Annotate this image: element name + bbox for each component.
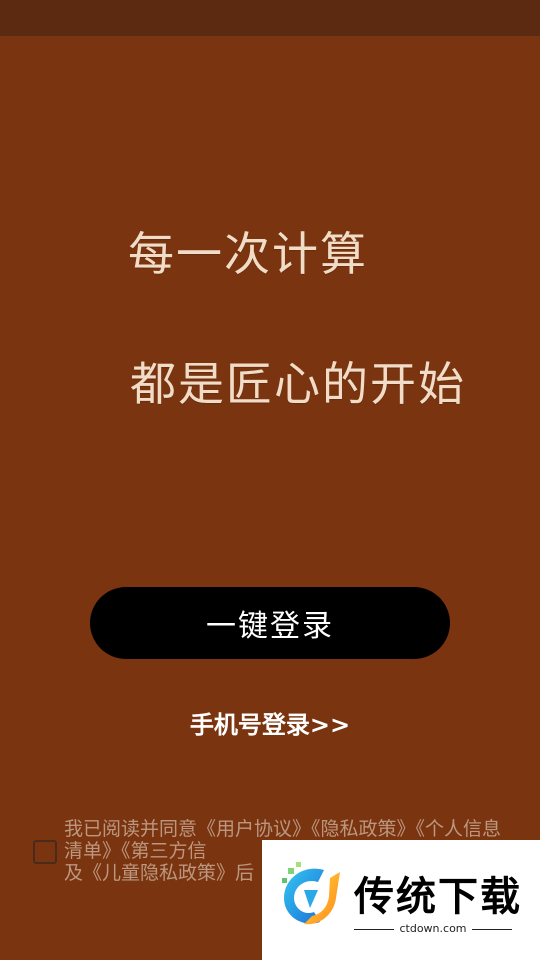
agreement-prefix: 我已阅读并同意 bbox=[64, 818, 198, 840]
third-party-link[interactable]: 《第三方信 bbox=[121, 840, 207, 862]
headline-line-1: 每一次计算 bbox=[128, 227, 368, 281]
watermark-title: 传统下载 bbox=[354, 874, 522, 920]
headline-line-2: 都是匠心的开始 bbox=[130, 357, 466, 411]
agreement-checkbox[interactable] bbox=[33, 840, 57, 864]
status-bar bbox=[0, 0, 540, 36]
agreement-suffix: 后 bbox=[235, 862, 255, 884]
watermark-logo-icon bbox=[282, 862, 340, 925]
phone-login-link[interactable]: 手机号登录>> bbox=[0, 705, 540, 740]
watermark-url: ctdown.com bbox=[394, 922, 472, 935]
privacy-policy-link[interactable]: 《隐私政策》 bbox=[311, 818, 416, 840]
agreement-and: 及 bbox=[64, 862, 84, 884]
user-agreement-link[interactable]: 《用户协议》 bbox=[197, 818, 311, 840]
child-privacy-link[interactable]: 《儿童隐私政策》 bbox=[83, 862, 235, 884]
watermark: 传统下载 ctdown.com bbox=[262, 840, 540, 960]
one-click-login-button[interactable]: 一键登录 bbox=[90, 587, 450, 659]
watermark-url-container: ctdown.com bbox=[354, 922, 512, 935]
